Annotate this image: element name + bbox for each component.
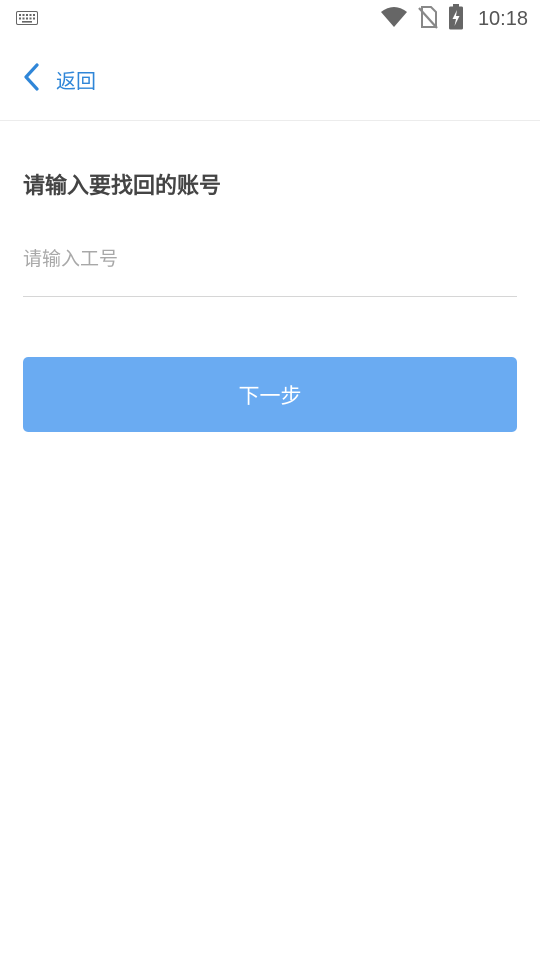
status-time: 10:18 — [477, 7, 528, 30]
header: 返回 — [0, 38, 540, 121]
chevron-left-icon — [22, 62, 40, 96]
page-title: 请输入要找回的账号 — [23, 174, 222, 199]
back-label: 返回 — [56, 68, 96, 93]
employee-id-input[interactable] — [23, 239, 517, 279]
battery-charging-icon — [448, 4, 464, 34]
back-button[interactable]: 返回 — [22, 58, 96, 100]
status-bar: 10:18 — [0, 0, 540, 38]
next-step-button[interactable]: 下一步 — [23, 357, 517, 432]
keyboard-icon — [16, 10, 38, 29]
status-right: 10:18 — [380, 4, 528, 34]
no-sim-icon — [418, 5, 438, 33]
employee-id-field-wrap — [23, 239, 517, 297]
wifi-icon — [380, 6, 408, 32]
status-left — [16, 10, 38, 29]
